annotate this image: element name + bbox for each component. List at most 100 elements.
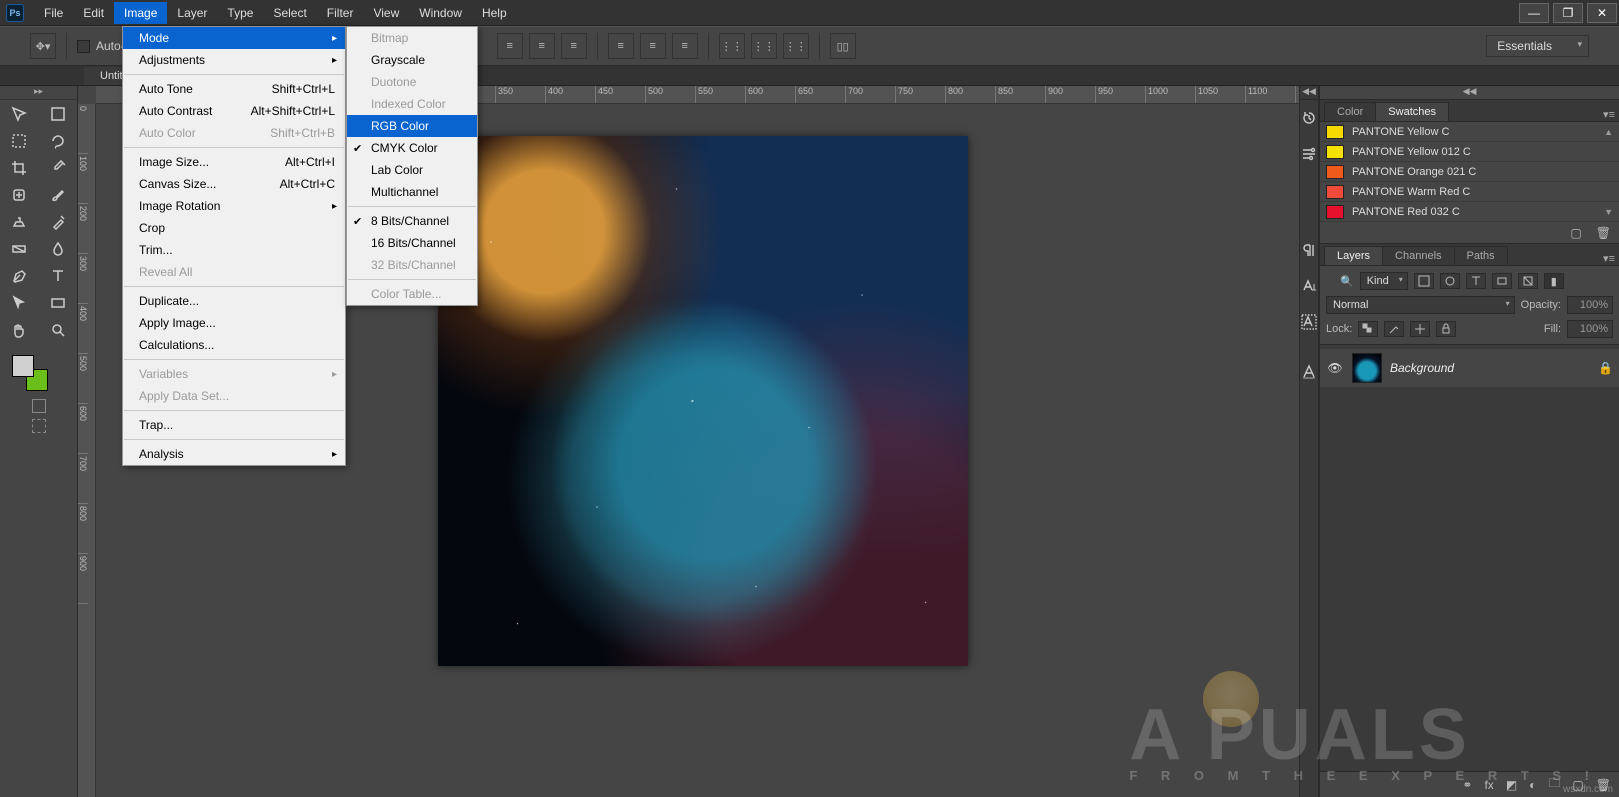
swatch-scroll-icon[interactable]: ▲ [1604,127,1613,137]
menu-file[interactable]: File [34,2,73,24]
menu-layer[interactable]: Layer [167,2,217,24]
filter-adjustment-icon[interactable] [1440,273,1460,289]
link-layers-icon[interactable]: ⚭ [1462,778,1472,792]
swatch-item[interactable]: PANTONE Yellow 012 C [1320,142,1619,162]
healing-brush-tool-icon[interactable] [0,181,39,208]
filter-smart-icon[interactable] [1518,273,1538,289]
menu-item[interactable]: Duplicate... [123,290,345,312]
pen-tool-icon[interactable] [0,262,39,289]
lock-image-icon[interactable] [1384,321,1404,337]
submenu-item[interactable]: Multichannel [347,181,477,203]
align-bottom-icon[interactable]: ≡ [672,33,698,59]
align-left-icon[interactable]: ≡ [497,33,523,59]
move-tool-icon[interactable] [0,100,39,127]
paragraph-styles-panel-icon[interactable] [1300,304,1318,340]
artboard-tool-icon[interactable] [39,100,78,127]
submenu-item[interactable]: RGB Color [347,115,477,137]
opacity-field[interactable]: 100% [1567,296,1613,314]
menu-item[interactable]: Calculations... [123,334,345,356]
filter-type-icon[interactable] [1466,273,1486,289]
swatch-item[interactable]: PANTONE Red 032 C▼ [1320,202,1619,222]
align-center-v-icon[interactable]: ≡ [640,33,666,59]
layer-row[interactable]: 👁 Background 🔒 [1320,349,1619,387]
3d-mode-icon[interactable]: ▯▯ [830,33,856,59]
align-right-icon[interactable]: ≡ [561,33,587,59]
tab-swatches[interactable]: Swatches [1375,102,1449,121]
auto-select-checkbox[interactable] [77,40,90,53]
eyedropper-tool-icon[interactable] [39,154,78,181]
brush-tool-icon[interactable] [39,181,78,208]
blend-mode-select[interactable]: Normal [1326,296,1515,314]
layer-mask-icon[interactable]: ◩ [1506,778,1517,792]
character-styles-panel-icon[interactable] [1300,268,1318,304]
lasso-tool-icon[interactable] [39,127,78,154]
panels-collapse-icon[interactable]: ◀◀ [1320,86,1619,100]
screen-mode-icon[interactable] [32,419,46,433]
adjustment-layer-icon[interactable]: ◐ [1529,778,1536,792]
menu-item[interactable]: Trim... [123,239,345,261]
tab-layers[interactable]: Layers [1324,246,1383,265]
menu-item[interactable]: Auto ContrastAlt+Shift+Ctrl+L [123,100,345,122]
clone-stamp-tool-icon[interactable] [0,208,39,235]
layers-panel-menu-icon[interactable]: ▾≡ [1603,252,1615,265]
menu-help[interactable]: Help [472,2,517,24]
canvas[interactable] [438,136,968,666]
close-button[interactable]: ✕ [1587,3,1617,23]
distribute-v-icon[interactable]: ⋮⋮ [751,33,777,59]
layer-group-icon[interactable]: 🗀 [1548,774,1560,795]
layer-filter-kind[interactable]: Kind [1360,272,1408,290]
align-top-icon[interactable]: ≡ [608,33,634,59]
new-swatch-icon[interactable]: ▢ [1570,226,1581,240]
fill-field[interactable]: 100% [1567,320,1613,338]
swatch-scroll-icon[interactable]: ▼ [1604,207,1613,217]
submenu-item[interactable]: Lab Color [347,159,477,181]
foreground-color[interactable] [12,355,34,377]
filter-pixel-icon[interactable] [1414,273,1434,289]
lock-all-icon[interactable] [1436,321,1456,337]
menu-view[interactable]: View [363,2,409,24]
hand-tool-icon[interactable] [0,316,39,343]
type-tool-icon[interactable] [39,262,78,289]
properties-panel-icon[interactable] [1300,136,1318,172]
new-layer-icon[interactable]: ▢ [1572,778,1583,792]
right-strip-collapse-icon[interactable]: ◀◀ [1300,86,1318,100]
menu-item[interactable]: Trap... [123,414,345,436]
menu-image[interactable]: Image [114,2,167,24]
align-center-h-icon[interactable]: ≡ [529,33,555,59]
swatch-item[interactable]: PANTONE Orange 021 C [1320,162,1619,182]
submenu-item[interactable]: 16 Bits/Channel [347,232,477,254]
tab-paths[interactable]: Paths [1454,246,1508,265]
maximize-button[interactable]: ❐ [1553,3,1583,23]
distribute-h-icon[interactable]: ⋮⋮ [719,33,745,59]
workspace-switcher[interactable]: Essentials [1486,35,1589,57]
menu-type[interactable]: Type [217,2,263,24]
menu-edit[interactable]: Edit [73,2,114,24]
menu-item[interactable]: Canvas Size...Alt+Ctrl+C [123,173,345,195]
menu-item[interactable]: Mode▸ [123,27,345,49]
delete-layer-icon[interactable]: 🗑 [1596,778,1611,792]
menu-window[interactable]: Window [409,2,472,24]
paragraph-panel-icon[interactable] [1300,232,1318,268]
menu-item[interactable]: Image Rotation▸ [123,195,345,217]
menu-item[interactable]: Analysis▸ [123,443,345,465]
gradient-tool-icon[interactable] [0,235,39,262]
tab-color[interactable]: Color [1324,102,1376,121]
menu-item[interactable]: Image Size...Alt+Ctrl+I [123,151,345,173]
crop-tool-icon[interactable] [0,154,39,181]
menu-filter[interactable]: Filter [317,2,364,24]
swatch-item[interactable]: PANTONE Warm Red C [1320,182,1619,202]
layer-visibility-icon[interactable]: 👁 [1326,361,1344,375]
menu-select[interactable]: Select [263,2,316,24]
submenu-item[interactable]: ✔CMYK Color [347,137,477,159]
color-swatches[interactable] [0,351,77,393]
menu-item[interactable]: Adjustments▸ [123,49,345,71]
lock-position-icon[interactable] [1410,321,1430,337]
tab-channels[interactable]: Channels [1382,246,1454,265]
filter-shape-icon[interactable] [1492,273,1512,289]
path-selection-tool-icon[interactable] [0,289,39,316]
menu-item[interactable]: Apply Image... [123,312,345,334]
delete-swatch-icon[interactable]: 🗑 [1596,226,1611,240]
character-panel-icon[interactable] [1300,354,1318,390]
quick-mask-icon[interactable] [32,399,46,413]
filter-toggle-icon[interactable]: ▮ [1544,273,1564,289]
